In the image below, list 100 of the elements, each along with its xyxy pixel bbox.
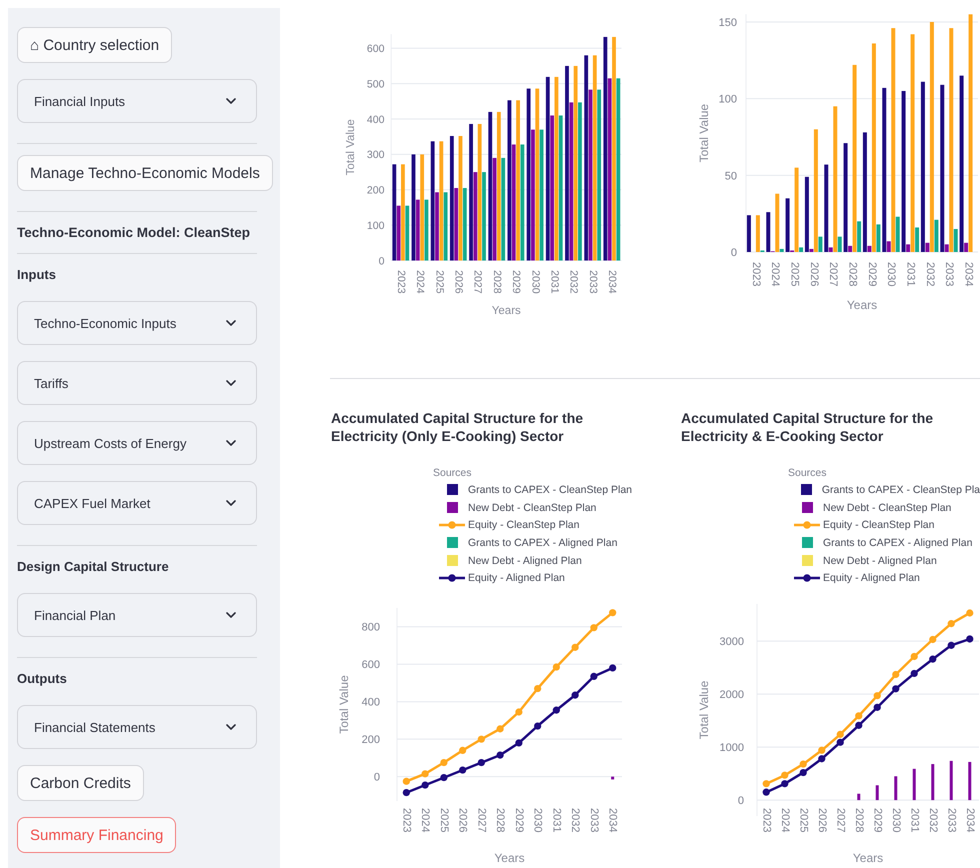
- data-point: [609, 609, 616, 616]
- axis-tick-label: 2028: [494, 808, 506, 833]
- axis-tick-label: 2029: [512, 808, 525, 833]
- data-point: [440, 759, 448, 766]
- expander[interactable]: CAPEX Fuel Market: [17, 481, 257, 525]
- axis-tick-label: 300: [366, 149, 384, 162]
- bar: [857, 794, 860, 800]
- legend-label[interactable]: Grants to CAPEX - Aligned Plan: [468, 536, 618, 549]
- data-point: [948, 642, 955, 650]
- expander[interactable]: Financial Inputs: [17, 79, 257, 123]
- data-point: [590, 672, 598, 680]
- data-point: [534, 685, 542, 692]
- chevron-down-icon: [226, 724, 236, 730]
- axis-tick-label: 2031: [904, 262, 916, 286]
- bar: [876, 785, 879, 800]
- axis-tick-label: 2030: [532, 808, 544, 833]
- axis-tick-label: 100: [718, 94, 737, 106]
- expander[interactable]: Financial Statements: [17, 705, 257, 749]
- axis-tick-label: 2000: [720, 689, 744, 702]
- axis-title: Total Value: [344, 119, 357, 176]
- axis-tick-label: 2033: [588, 808, 600, 833]
- axis-tick-label: 2033: [945, 808, 958, 833]
- data-point: [440, 774, 448, 782]
- expander[interactable]: Financial Plan: [17, 593, 257, 637]
- axis-tick-label: 2034: [606, 270, 618, 294]
- data-point: [478, 759, 485, 766]
- bar: [894, 776, 898, 800]
- bar: [968, 762, 972, 800]
- axis-tick-label: 2023: [760, 808, 772, 833]
- bar: [931, 764, 934, 800]
- data-point: [459, 746, 466, 754]
- axis-tick-label: 2033: [586, 270, 599, 294]
- axis-tick-label: 600: [362, 659, 380, 672]
- data-point: [422, 770, 429, 778]
- axis-tick-label: 2032: [568, 270, 580, 294]
- data-point: [572, 644, 579, 652]
- legend-label[interactable]: New Debt - CleanStep Plan: [468, 502, 596, 514]
- legend-label[interactable]: Equity - Aligned Plan: [823, 572, 920, 584]
- data-point: [874, 692, 881, 700]
- legend-label[interactable]: Grants to CAPEX - Aligned Plan: [823, 536, 972, 549]
- axis-title: Total Value: [337, 675, 351, 734]
- section-heading: Design Capital Structure: [17, 558, 169, 576]
- expander[interactable]: Upstream Costs of Energy: [17, 421, 257, 465]
- legend-label[interactable]: Equity - Aligned Plan: [468, 572, 565, 584]
- bar: [912, 768, 916, 800]
- data-point: [552, 664, 560, 671]
- axis-title: Years: [492, 305, 521, 318]
- data-point: [496, 725, 504, 733]
- data-point: [910, 653, 918, 660]
- chevron-down-icon: [226, 380, 236, 386]
- axis-tick-label: 2024: [778, 808, 791, 833]
- axis-tick-label: 2026: [452, 270, 465, 294]
- data-point: [929, 656, 936, 663]
- axis-tick-label: 600: [366, 43, 384, 56]
- axis-tick-label: 2026: [816, 808, 828, 833]
- legend-label[interactable]: New Debt - CleanStep Plan: [823, 502, 952, 514]
- axis-tick-label: 400: [362, 696, 380, 709]
- data-point: [910, 670, 918, 678]
- legend-label[interactable]: Grants to CAPEX - CleanStep Plan: [468, 484, 632, 496]
- axis-tick-label: 2023: [750, 262, 762, 286]
- legend-label[interactable]: New Debt - Aligned Plan: [823, 554, 937, 567]
- data-point: [402, 789, 410, 796]
- axis-tick-label: 2025: [788, 262, 800, 286]
- bar: [950, 761, 953, 800]
- axis-tick-label: 2032: [926, 808, 939, 833]
- bar: [746, 215, 751, 252]
- legend-label[interactable]: Grants to CAPEX - CleanStep Pla: [822, 484, 980, 496]
- axis-tick-label: 50: [724, 170, 737, 182]
- chart-title: Accumulated Capital Structure for the Electricity & E-Cooking Sector: [680, 409, 934, 446]
- axis-tick-label: 2026: [808, 262, 820, 286]
- chevron-down-icon: [226, 440, 236, 446]
- axis-title: Years: [846, 298, 878, 312]
- axis-tick-label: 0: [378, 255, 384, 268]
- axis-tick-label: 2034: [962, 262, 974, 286]
- chevron-down-icon: [226, 500, 236, 506]
- expander[interactable]: Tariffs: [17, 361, 257, 405]
- legend-label[interactable]: Equity - CleanStep Plan: [823, 519, 934, 532]
- axis-tick-label: 200: [366, 184, 384, 197]
- axis-tick-label: 2030: [890, 808, 902, 833]
- axis-tick-label: 2028: [846, 262, 858, 286]
- data-point: [478, 736, 485, 743]
- legend-label[interactable]: New Debt - Aligned Plan: [468, 554, 582, 567]
- axis-tick-label: 400: [366, 114, 384, 126]
- axis-tick-label: 2028: [490, 270, 503, 294]
- axis-tick-label: 2027: [475, 808, 488, 833]
- axis-title: Years: [852, 851, 884, 866]
- legend-label[interactable]: Equity - CleanStep Plan: [468, 519, 580, 532]
- bar: [611, 776, 614, 780]
- data-point: [572, 692, 579, 699]
- axis-title: Total Value: [697, 680, 711, 740]
- nav-button[interactable]: Manage Techno-Economic Models: [17, 155, 273, 191]
- nav-button[interactable]: Carbon Credits: [17, 765, 144, 801]
- axis-tick-label: 500: [366, 78, 384, 90]
- data-point: [855, 722, 862, 730]
- data-point: [590, 624, 598, 632]
- expander[interactable]: Techno-Economic Inputs: [17, 301, 257, 345]
- chevron-down-icon: [226, 320, 236, 326]
- data-point: [534, 722, 542, 730]
- axis-tick-label: 1000: [720, 742, 744, 754]
- nav-button[interactable]: ⌂ Country selection: [17, 27, 172, 63]
